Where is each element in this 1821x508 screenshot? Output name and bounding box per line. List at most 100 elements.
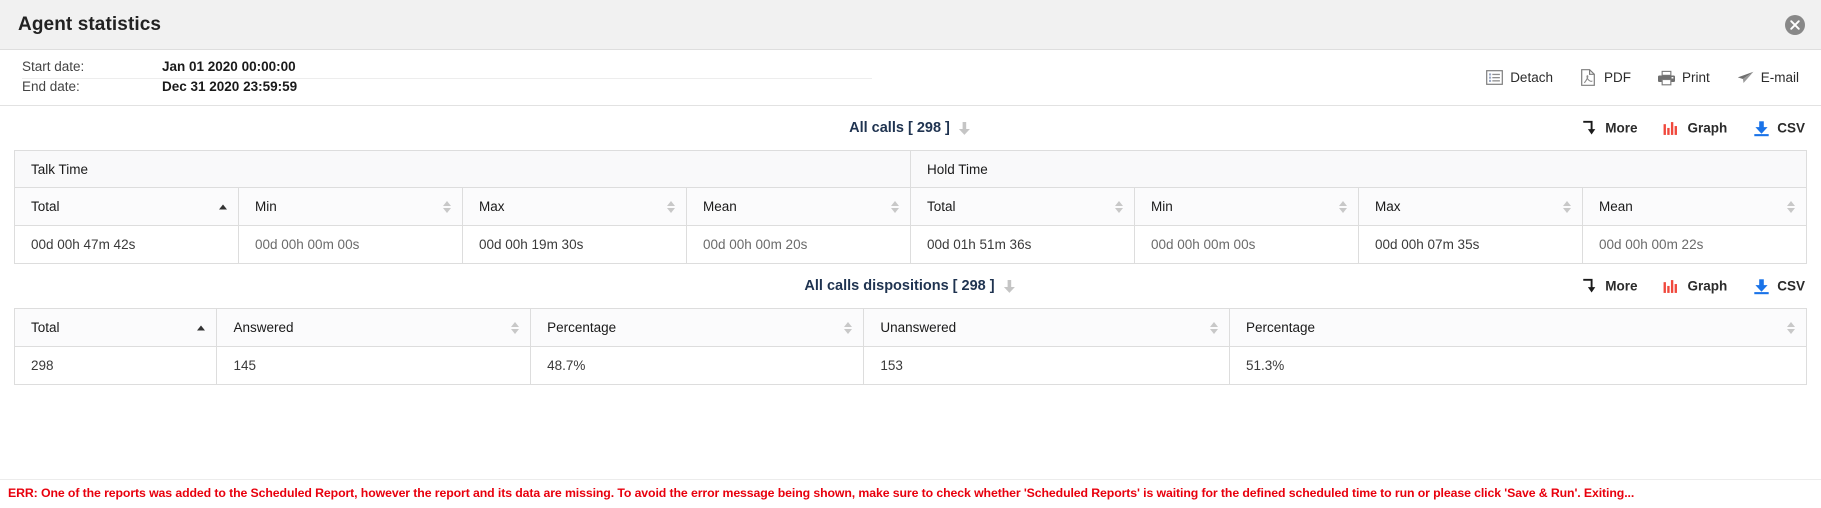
column-label: Total	[31, 199, 60, 214]
section-actions: More Graph CSV	[1581, 120, 1805, 137]
pdf-file-icon	[1580, 69, 1597, 86]
column-label: Max	[479, 199, 505, 214]
column-label: Mean	[703, 199, 737, 214]
start-date-row: Start date: Jan 01 2020 00:00:00	[22, 59, 872, 79]
table-group-header-row: Talk Time Hold Time	[14, 150, 1807, 188]
close-icon[interactable]	[1783, 13, 1807, 37]
pdf-button[interactable]: PDF	[1580, 69, 1631, 86]
detach-button[interactable]: Detach	[1486, 69, 1553, 86]
column-label: Unanswered	[880, 320, 957, 335]
collapse-arrow-icon[interactable]	[1003, 278, 1017, 294]
detach-label: Detach	[1510, 70, 1553, 85]
section-header: All calls dispositions [ 298 ] More Grap…	[14, 264, 1807, 308]
start-date-label: Start date:	[22, 58, 85, 74]
csv-button[interactable]: CSV	[1753, 120, 1805, 137]
agent-statistics-window: Agent statistics Start date: Jan 01 2020…	[0, 0, 1821, 508]
sort-indicator[interactable]	[1786, 200, 1796, 213]
cell-answered-percentage: 48.7%	[530, 346, 865, 385]
graph-label: Graph	[1687, 278, 1728, 294]
section-all-calls-dispositions: All calls dispositions [ 298 ] More Grap…	[14, 264, 1807, 385]
email-label: E-mail	[1760, 70, 1799, 85]
export-toolbar: Detach PDF Print E-mail	[1486, 69, 1803, 86]
column-label: Min	[255, 199, 277, 214]
more-arrow-icon	[1581, 278, 1598, 295]
sort-indicator[interactable]	[1209, 321, 1219, 334]
column-header-hold-mean[interactable]: Mean	[1582, 187, 1807, 226]
print-button[interactable]: Print	[1657, 69, 1710, 86]
column-label: Total	[927, 199, 956, 214]
error-banner: ERR: One of the reports was added to the…	[0, 479, 1821, 508]
email-button[interactable]: E-mail	[1737, 69, 1799, 86]
cell-total: 298	[14, 346, 218, 385]
graph-button[interactable]: Graph	[1663, 120, 1727, 137]
csv-label: CSV	[1777, 278, 1805, 294]
section-title-group: All calls [ 298 ]	[849, 120, 972, 136]
sort-indicator[interactable]	[510, 321, 520, 334]
column-header-total[interactable]: Total	[14, 308, 218, 347]
more-button[interactable]: More	[1581, 278, 1637, 295]
table-row: 00d 00h 47m 42s 00d 00h 00m 00s 00d 00h …	[14, 225, 1807, 264]
collapse-arrow-icon[interactable]	[958, 120, 972, 136]
sort-indicator[interactable]	[1114, 200, 1124, 213]
more-label: More	[1605, 278, 1638, 294]
table-column-header-row: Total Min Max Mean Total Min Max Mean	[14, 187, 1807, 226]
cell-unanswered-percentage: 51.3%	[1229, 346, 1807, 385]
print-label: Print	[1681, 70, 1710, 85]
bar-chart-icon	[1663, 278, 1680, 295]
start-date-value: Jan 01 2020 00:00:00	[162, 58, 296, 74]
column-header-answered[interactable]: Answered	[216, 308, 532, 347]
cell-unanswered: 153	[863, 346, 1230, 385]
cell-hold-max: 00d 00h 07m 35s	[1358, 225, 1583, 264]
cell-talk-max: 00d 00h 19m 30s	[462, 225, 687, 264]
column-header-unanswered-percentage[interactable]: Percentage	[1229, 308, 1807, 347]
end-date-label: End date:	[22, 78, 80, 94]
column-header-hold-min[interactable]: Min	[1134, 187, 1359, 226]
graph-label: Graph	[1687, 120, 1728, 136]
section-all-calls: All calls [ 298 ] More Graph CSV Talk Ti…	[14, 106, 1807, 264]
sort-indicator[interactable]	[442, 200, 452, 213]
download-icon	[1753, 278, 1770, 295]
error-message: ERR: One of the reports was added to the…	[8, 486, 1635, 500]
column-header-talk-min[interactable]: Min	[238, 187, 463, 226]
graph-button[interactable]: Graph	[1663, 278, 1727, 295]
sort-indicator-asc[interactable]	[218, 204, 228, 209]
csv-label: CSV	[1777, 120, 1805, 136]
section-title-group: All calls dispositions [ 298 ]	[804, 278, 1016, 294]
column-header-answered-percentage[interactable]: Percentage	[530, 308, 865, 347]
sort-indicator[interactable]	[890, 200, 900, 213]
all-calls-table: Talk Time Hold Time Total Min Max Mean T…	[14, 150, 1807, 264]
window-titlebar: Agent statistics	[0, 0, 1821, 50]
report-meta-bar: Start date: Jan 01 2020 00:00:00 End dat…	[0, 50, 1821, 106]
group-header-talk-time: Talk Time	[14, 150, 911, 188]
sort-indicator-asc[interactable]	[196, 325, 206, 330]
column-header-hold-total[interactable]: Total	[910, 187, 1135, 226]
section-title: All calls [ 298 ]	[849, 120, 950, 136]
cell-hold-min: 00d 00h 00m 00s	[1134, 225, 1359, 264]
column-label: Percentage	[547, 320, 617, 335]
more-label: More	[1605, 120, 1638, 136]
section-actions: More Graph CSV	[1581, 278, 1805, 295]
column-header-talk-total[interactable]: Total	[14, 187, 239, 226]
dispositions-table: Total Answered Percentage Unanswered Per…	[14, 308, 1807, 385]
cell-hold-total: 00d 01h 51m 36s	[910, 225, 1135, 264]
sort-indicator[interactable]	[843, 321, 853, 334]
csv-button[interactable]: CSV	[1753, 278, 1805, 295]
group-header-hold-time: Hold Time	[910, 150, 1807, 188]
more-button[interactable]: More	[1581, 120, 1637, 137]
column-label: Max	[1375, 199, 1401, 214]
cell-talk-total: 00d 00h 47m 42s	[14, 225, 239, 264]
cell-answered: 145	[216, 346, 532, 385]
cell-talk-min: 00d 00h 00m 00s	[238, 225, 463, 264]
column-header-talk-mean[interactable]: Mean	[686, 187, 911, 226]
sort-indicator[interactable]	[1338, 200, 1348, 213]
sort-indicator[interactable]	[1562, 200, 1572, 213]
end-date-row: End date: Dec 31 2020 23:59:59	[22, 79, 872, 99]
end-date-value: Dec 31 2020 23:59:59	[162, 78, 298, 94]
send-paper-plane-icon	[1737, 69, 1754, 86]
sort-indicator[interactable]	[1786, 321, 1796, 334]
sort-indicator[interactable]	[666, 200, 676, 213]
column-header-talk-max[interactable]: Max	[462, 187, 687, 226]
column-header-unanswered[interactable]: Unanswered	[863, 308, 1230, 347]
column-label: Answered	[233, 320, 294, 335]
column-header-hold-max[interactable]: Max	[1358, 187, 1583, 226]
